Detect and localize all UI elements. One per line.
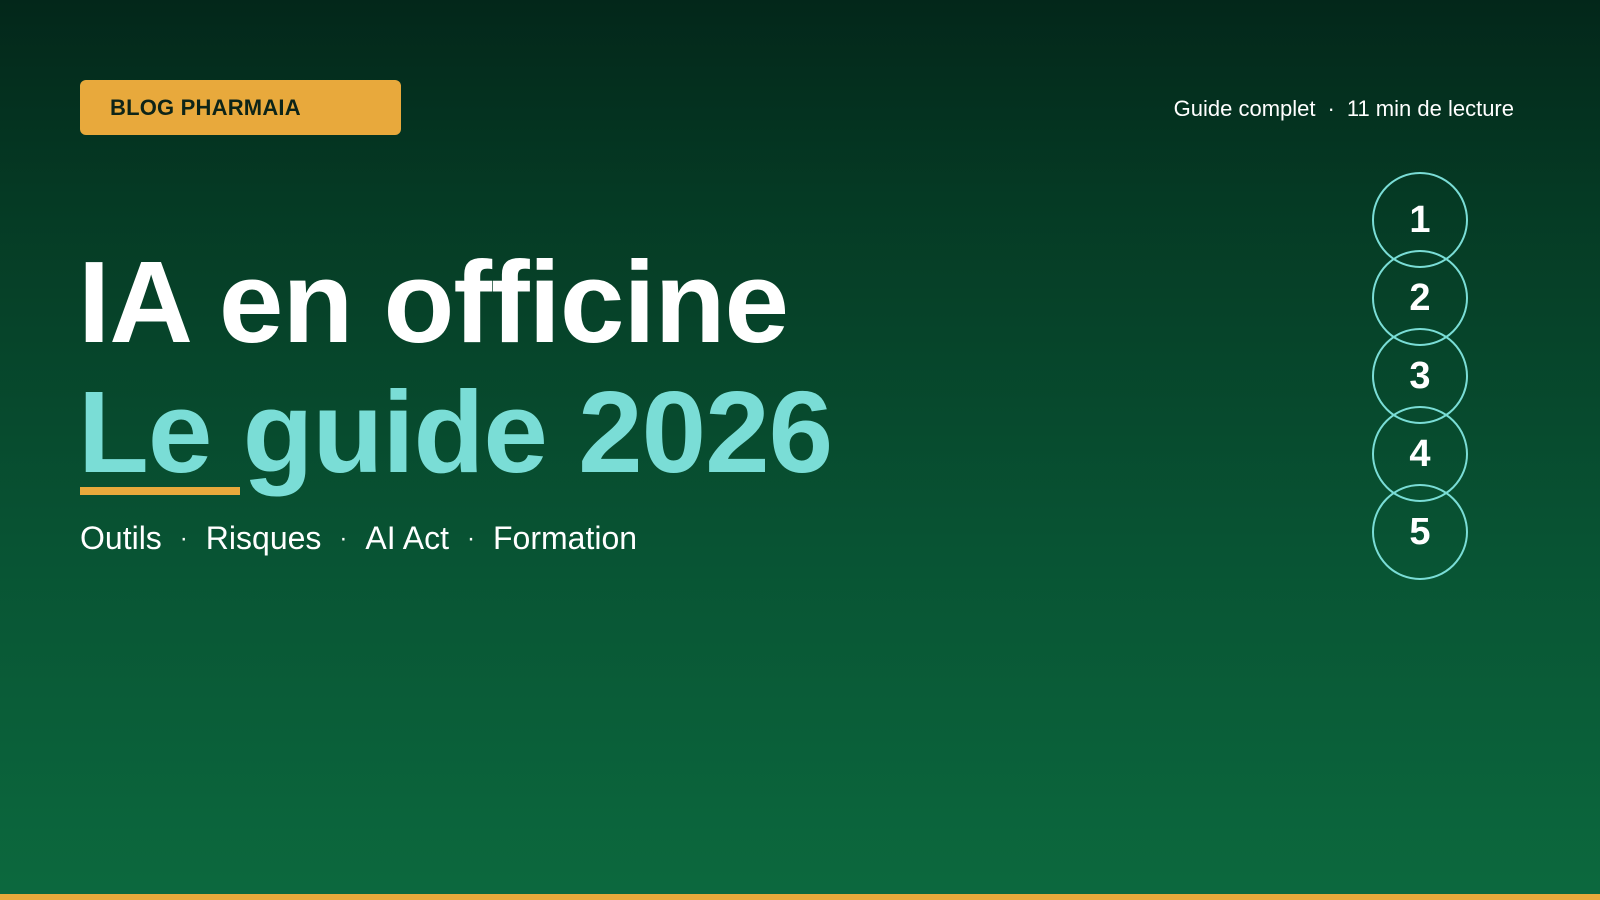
page-title-line-2: Le guide 2026: [78, 367, 833, 497]
topic-list: Outils · Risques · AI Act · Formation: [80, 520, 637, 557]
article-meta: Guide complet · 11 min de lecture: [1174, 96, 1514, 122]
step-number-5: 5: [1409, 510, 1431, 553]
reading-time: 11 min de lecture: [1346, 96, 1514, 121]
topic-separator: ·: [339, 524, 348, 552]
topic-separator: ·: [467, 524, 475, 552]
article-type: Guide complet: [1173, 96, 1316, 121]
meta-separator: ·: [1327, 96, 1335, 121]
page-title-line-1: IA en officine: [78, 237, 789, 367]
title-underline-accent: [80, 487, 240, 495]
topic-separator: ·: [179, 524, 188, 552]
blog-badge-label: BLOG PHARMAIA: [110, 94, 301, 120]
step-sequence: 1 2 3 4 5: [1372, 172, 1468, 582]
blog-badge: BLOG PHARMAIA: [80, 80, 401, 135]
topic-item: Outils: [80, 520, 162, 556]
topic-item: Formation: [493, 520, 638, 556]
bottom-accent-bar: [0, 894, 1600, 900]
topic-item: AI Act: [365, 520, 449, 556]
topic-item: Risques: [205, 520, 322, 556]
